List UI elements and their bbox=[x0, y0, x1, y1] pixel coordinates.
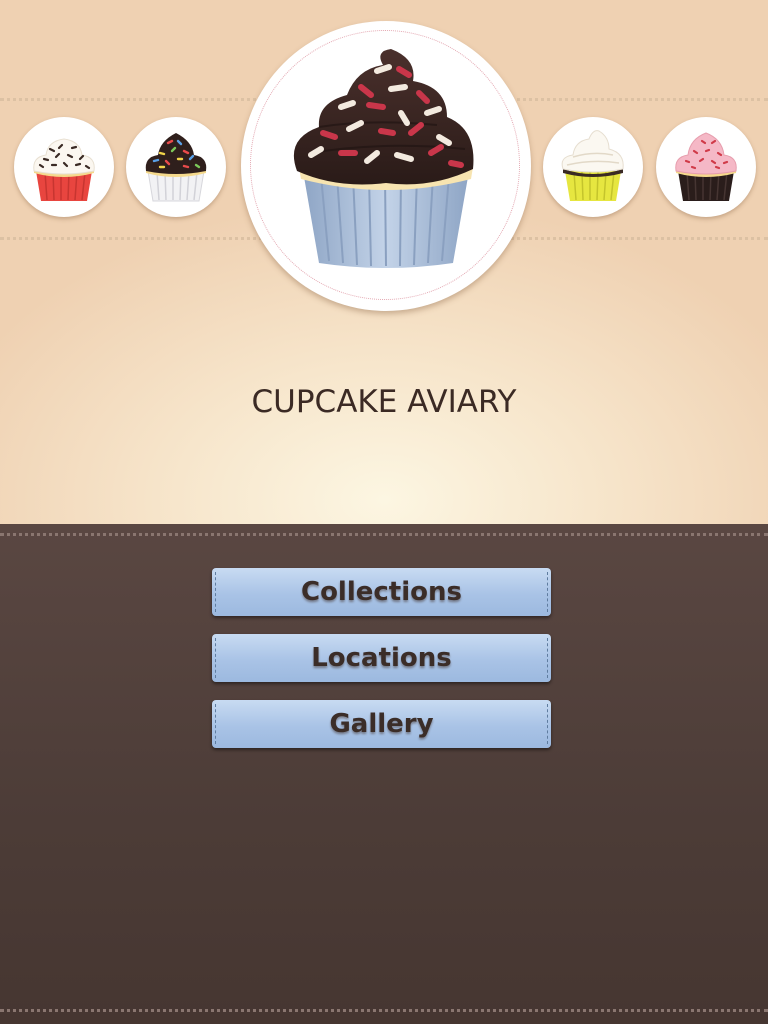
gallery-button[interactable]: Gallery bbox=[212, 700, 551, 748]
collections-button[interactable]: Collections bbox=[212, 568, 551, 616]
cupcake-thumbnail-1[interactable] bbox=[14, 117, 114, 217]
decorative-dotted-line-menu-bottom bbox=[0, 1009, 768, 1012]
locations-button[interactable]: Locations bbox=[212, 634, 551, 682]
cupcake-white-frosting-red-liner-icon bbox=[33, 138, 95, 201]
cupcake-chocolate-sprinkles-blue-liner-icon bbox=[293, 49, 474, 268]
app-title: CUPCAKE AVIARY bbox=[251, 384, 517, 420]
cupcake-thumbnail-4[interactable] bbox=[543, 117, 643, 217]
menu-panel: Collections Locations Gallery bbox=[0, 524, 768, 1024]
cupcake-pink-frosting-black-liner-icon bbox=[675, 132, 737, 201]
cupcake-chocolate-rainbow-sprinkles-white-liner-icon bbox=[145, 133, 207, 202]
featured-cupcake[interactable] bbox=[241, 21, 531, 311]
cupcake-thumbnail-5[interactable] bbox=[656, 117, 756, 217]
cupcake-white-frosting-yellow-liner-icon bbox=[561, 130, 624, 201]
locations-button-label: Locations bbox=[311, 643, 452, 673]
gallery-button-label: Gallery bbox=[329, 709, 434, 739]
collections-button-label: Collections bbox=[300, 577, 462, 607]
decorative-dotted-line-menu-top bbox=[0, 533, 768, 536]
cupcake-thumbnail-2[interactable] bbox=[126, 117, 226, 217]
header-panel: CUPCAKE AVIARY bbox=[0, 0, 768, 524]
